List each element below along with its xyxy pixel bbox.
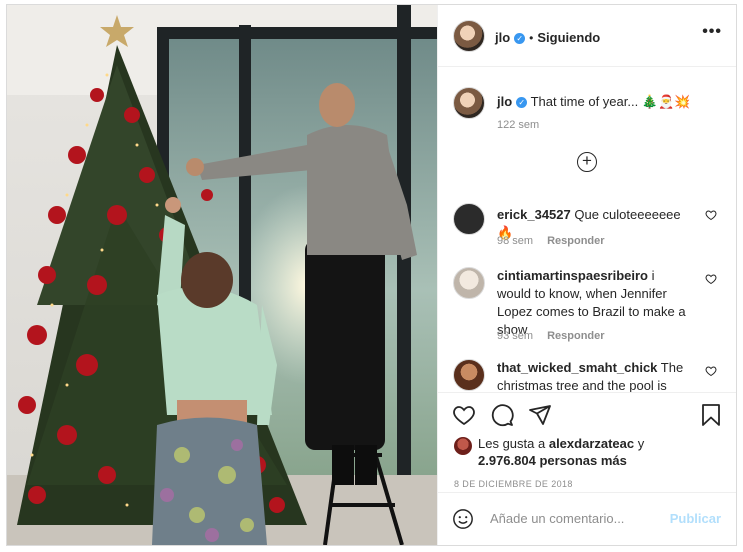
post-side-panel: jlo ✓ • Siguiendo ••• jlo ✓ That time of yea… [437,5,736,545]
comment-username[interactable]: that_wicked_smaht_chick [497,360,657,375]
add-comment-bar: Publicar [438,492,736,545]
caption-text-line: jlo ✓ That time of year... 🎄🎅💥 [497,94,690,110]
liker-username[interactable]: alexdarzateac [549,436,634,451]
commenter-avatar[interactable] [453,203,485,235]
publish-button[interactable]: Publicar [670,511,721,526]
likes-count[interactable]: 2.976.804 personas más [478,453,627,468]
likes-prefix: Les gusta a [478,436,546,451]
christmas-tree-photo [7,5,437,545]
likes-text: Les gusta a alexdarzateac y 2.976.804 pe… [478,435,728,469]
separator-dot: • [529,31,534,45]
commenter-avatar[interactable] [453,359,485,391]
like-comment-heart-icon[interactable] [705,273,717,285]
liker-avatar[interactable] [454,437,472,455]
post-photo[interactable] [7,5,437,545]
bookmark-icon[interactable] [699,403,723,427]
comment-meta: 98 sem Responder [497,235,605,247]
load-more-comments-icon[interactable]: + [577,152,597,172]
comment-input[interactable] [490,507,670,529]
more-options-icon[interactable]: ••• [702,24,722,40]
follow-status-button[interactable]: Siguiendo [537,30,600,45]
like-heart-icon[interactable] [452,403,476,427]
comment-text-line: that_wicked_smaht_chick The christmas tr… [497,359,687,392]
like-comment-heart-icon[interactable] [705,209,717,221]
verified-badge-icon: ✓ [516,97,528,108]
post-date[interactable]: 8 DE DICIEMBRE DE 2018 [454,479,573,489]
caption-text: That time of year... 🎄🎅💥 [530,94,691,109]
share-icon[interactable] [528,403,552,427]
comment-text-line: cintiamartinspaesribeiro i would to know… [497,267,687,339]
verified-badge-icon: ✓ [514,33,526,44]
reply-button[interactable]: Responder [547,330,604,342]
likes-connector: y [637,436,645,451]
post-header: jlo ✓ • Siguiendo ••• [438,5,736,67]
comment-time[interactable]: 98 sem [497,235,533,247]
instagram-post: jlo ✓ • Siguiendo ••• jlo ✓ That time of yea… [6,4,737,546]
like-comment-heart-icon[interactable] [705,365,717,377]
commenter-avatar[interactable] [453,267,485,299]
comment-username[interactable]: erick_34527 [497,207,571,222]
caption-time[interactable]: 122 sem [497,119,539,131]
caption-avatar[interactable] [453,87,485,119]
caption-username[interactable]: jlo [497,94,512,109]
reply-button[interactable]: Responder [547,235,604,247]
author-avatar[interactable] [453,20,485,52]
comment-meta: 93 sem Responder [497,330,605,342]
comment-icon[interactable] [490,403,514,427]
author-username[interactable]: jlo [495,30,510,45]
comment-username[interactable]: cintiamartinspaesribeiro [497,268,648,283]
post-actions: Les gusta a alexdarzateac y 2.976.804 pe… [438,392,736,492]
comments-section: jlo ✓ That time of year... 🎄🎅💥 122 sem + … [438,67,736,392]
emoji-smile-icon[interactable] [452,508,474,530]
author-line: jlo ✓ • Siguiendo [495,29,600,47]
comment-time[interactable]: 93 sem [497,330,533,342]
